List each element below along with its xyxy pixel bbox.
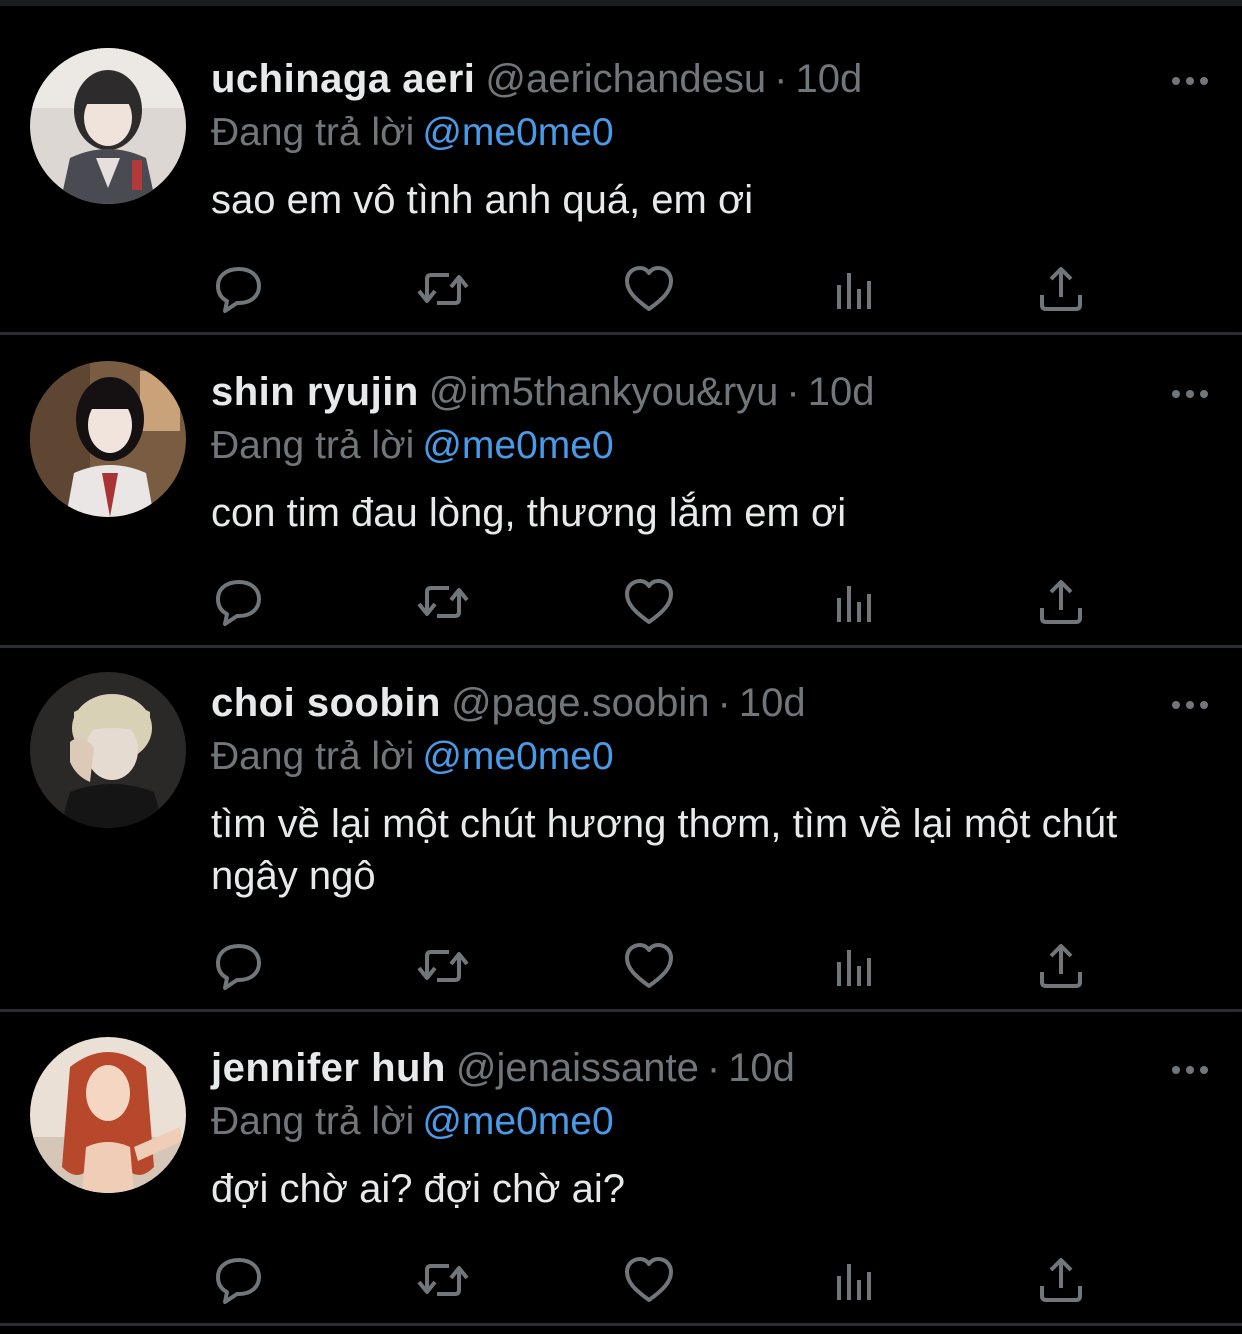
reply-bubble-icon — [216, 1258, 261, 1304]
views-button[interactable] — [827, 261, 883, 317]
tweet-text: đợi chờ ai? đợi chờ ai? — [211, 1167, 626, 1211]
retweet-icon — [417, 1264, 469, 1296]
share-button[interactable] — [1033, 1252, 1089, 1308]
separator-dot: · — [706, 1046, 721, 1090]
views-button[interactable] — [827, 574, 883, 630]
reply-feed: uchinaga aeri @aerichandesu · 10d Đang trả … — [0, 6, 1242, 1326]
share-button[interactable] — [1033, 261, 1089, 317]
separator-dot: · — [717, 681, 731, 725]
timestamp[interactable]: 10d — [728, 1046, 795, 1090]
views-bar-chart-icon — [837, 1264, 871, 1300]
reply-mention-link[interactable]: @me0me0 — [422, 1100, 613, 1143]
retweet-button[interactable] — [415, 1252, 471, 1308]
avatar[interactable] — [30, 361, 186, 517]
retweet-icon — [417, 586, 469, 618]
user-handle[interactable]: @im5thankyou&ryu — [429, 370, 779, 414]
action-bar — [211, 261, 1111, 317]
like-button[interactable] — [621, 261, 677, 317]
tweet[interactable]: jennifer huh @jenaissante · 10d Đang trả lờ… — [0, 1012, 1242, 1326]
display-name[interactable]: uchinaga aeri — [211, 57, 475, 101]
like-button[interactable] — [621, 938, 677, 994]
reply-mention-link[interactable]: @me0me0 — [422, 111, 613, 154]
reply-button[interactable] — [211, 261, 267, 317]
reply-bubble-icon — [216, 580, 261, 626]
reply-button[interactable] — [211, 574, 267, 630]
reply-mention-link[interactable]: @me0me0 — [422, 424, 613, 467]
share-upload-icon — [1040, 267, 1082, 311]
avatar[interactable] — [30, 48, 186, 204]
views-button[interactable] — [827, 1252, 883, 1308]
avatar[interactable] — [30, 1037, 186, 1193]
reply-prefix: Đang trả lời — [211, 424, 415, 467]
views-bar-chart-icon — [837, 273, 871, 309]
like-button[interactable] — [621, 574, 677, 630]
display-name[interactable]: shin ryujin — [211, 370, 419, 414]
more-horizontal-icon — [1172, 77, 1208, 85]
heart-icon — [625, 1257, 673, 1302]
reply-button[interactable] — [211, 938, 267, 994]
tweet[interactable]: uchinaga aeri @aerichandesu · 10d Đang trả … — [0, 6, 1242, 335]
timestamp[interactable]: 10d — [739, 681, 806, 725]
display-name[interactable]: jennifer huh — [211, 1046, 446, 1090]
retweet-icon — [417, 273, 469, 305]
more-options-button[interactable] — [1168, 379, 1212, 409]
share-upload-icon — [1040, 1258, 1082, 1302]
share-button[interactable] — [1033, 574, 1089, 630]
tweet[interactable]: shin ryujin @im5thankyou&ryu · 10d Đang trả… — [0, 335, 1242, 648]
tweet-text: con tim đau lòng, thương lắm em ơi — [211, 491, 847, 535]
retweet-button[interactable] — [415, 938, 471, 994]
views-bar-chart-icon — [837, 586, 871, 622]
reply-prefix: Đang trả lời — [211, 1100, 415, 1143]
retweet-icon — [417, 950, 469, 982]
reply-prefix: Đang trả lời — [211, 735, 415, 778]
action-bar — [211, 1252, 1111, 1308]
more-horizontal-icon — [1172, 1066, 1208, 1074]
more-horizontal-icon — [1172, 390, 1208, 398]
more-options-button[interactable] — [1168, 690, 1212, 720]
reply-bubble-icon — [216, 944, 261, 990]
more-options-button[interactable] — [1168, 1055, 1212, 1085]
separator-dot: · — [786, 370, 800, 414]
user-handle[interactable]: @aerichandesu — [485, 57, 766, 101]
more-options-button[interactable] — [1168, 66, 1212, 96]
avatar[interactable] — [30, 672, 186, 828]
heart-icon — [625, 266, 673, 311]
action-bar — [211, 938, 1111, 994]
tweet-text: tìm về lại một chút hương thơm, tìm về l… — [211, 802, 1118, 898]
share-upload-icon — [1040, 944, 1082, 988]
share-upload-icon — [1040, 580, 1082, 624]
views-button[interactable] — [827, 938, 883, 994]
reply-bubble-icon — [216, 267, 261, 313]
timestamp[interactable]: 10d — [795, 57, 862, 101]
heart-icon — [625, 943, 673, 988]
action-bar — [211, 574, 1111, 630]
display-name[interactable]: choi soobin — [211, 681, 441, 725]
retweet-button[interactable] — [415, 574, 471, 630]
user-handle[interactable]: @jenaissante — [456, 1046, 699, 1090]
retweet-button[interactable] — [415, 261, 471, 317]
heart-icon — [625, 579, 673, 624]
more-horizontal-icon — [1172, 701, 1208, 709]
user-handle[interactable]: @page.soobin — [451, 681, 710, 725]
share-button[interactable] — [1033, 938, 1089, 994]
timestamp[interactable]: 10d — [808, 370, 875, 414]
reply-mention-link[interactable]: @me0me0 — [422, 735, 613, 778]
tweet-text: sao em vô tình anh quá, em ơi — [211, 178, 754, 222]
tweet[interactable]: choi soobin @page.soobin · 10d Đang trả lời… — [0, 648, 1242, 1012]
like-button[interactable] — [621, 1252, 677, 1308]
reply-button[interactable] — [211, 1252, 267, 1308]
reply-prefix: Đang trả lời — [211, 111, 415, 154]
separator-dot: · — [774, 57, 788, 101]
views-bar-chart-icon — [837, 950, 871, 986]
